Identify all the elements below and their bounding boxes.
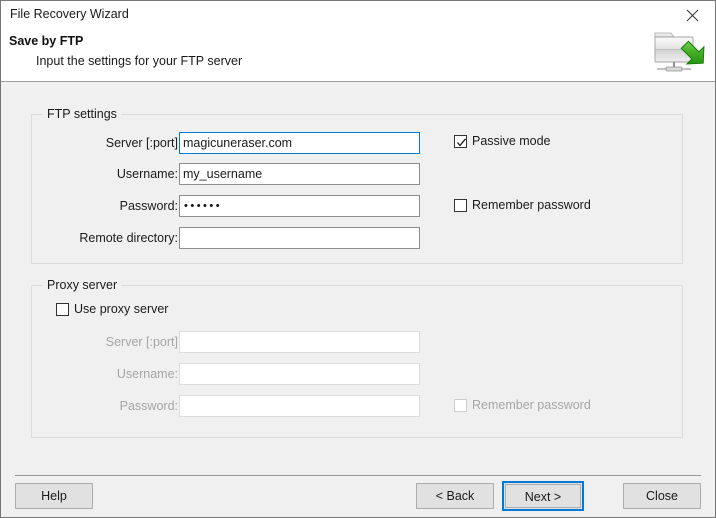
ftp-username-input[interactable] [179,163,420,185]
proxy-server-input[interactable] [179,331,420,353]
next-button-label: Next > [505,484,581,508]
ftp-remote-directory-input[interactable] [179,227,420,249]
ftp-settings-group-label: FTP settings [43,107,121,121]
footer-bar: Help < Back Next > Close [1,466,715,517]
network-folder-save-icon [647,27,709,79]
next-button[interactable]: Next > [502,481,584,511]
window-title: File Recovery Wizard [10,7,129,21]
proxy-server-group: Proxy server Use proxy server Server [:p… [31,278,683,438]
checkbox-box [56,302,69,316]
ftp-remember-password-label: Remember password [472,198,591,212]
ftp-server-label: Server [:port] [105,136,178,150]
proxy-username-label: Username: [116,367,178,381]
ftp-username-label: Username: [116,167,178,181]
proxy-remember-password-checkbox[interactable]: Remember password [454,398,591,412]
ftp-remember-password-checkbox[interactable]: Remember password [454,198,591,212]
checkbox-box [454,134,467,148]
proxy-password-input[interactable] [179,395,420,417]
page-title: Save by FTP [9,34,84,48]
close-button[interactable] [670,1,715,28]
ftp-remote-directory-label: Remote directory: [79,231,178,245]
file-recovery-wizard-window: File Recovery Wizard Save by FTP Input t… [0,0,716,518]
passive-mode-label: Passive mode [472,134,551,148]
ftp-password-label: Password: [119,199,178,213]
close-dialog-button[interactable]: Close [623,483,701,509]
checkbox-box [454,198,467,212]
content-area: FTP settings Server [:port] Username: Pa… [1,81,715,466]
passive-mode-checkbox[interactable]: Passive mode [454,134,551,148]
footer-divider [15,475,701,476]
checkbox-box [454,398,467,412]
proxy-remember-password-label: Remember password [472,398,591,412]
use-proxy-server-checkbox[interactable]: Use proxy server [56,302,168,316]
proxy-password-label: Password: [119,399,178,413]
proxy-server-label: Server [:port] [105,335,178,349]
proxy-username-input[interactable] [179,363,420,385]
help-button[interactable]: Help [15,483,93,509]
page-subtitle: Input the settings for your FTP server [36,54,243,68]
title-bar: File Recovery Wizard Save by FTP Input t… [1,1,715,81]
proxy-server-group-label: Proxy server [43,278,122,292]
use-proxy-server-label: Use proxy server [74,302,169,316]
ftp-password-input[interactable]: •••••• [179,195,420,217]
ftp-server-input[interactable] [179,132,420,154]
ftp-settings-group: FTP settings Server [:port] Username: Pa… [31,107,683,264]
back-button[interactable]: < Back [416,483,494,509]
